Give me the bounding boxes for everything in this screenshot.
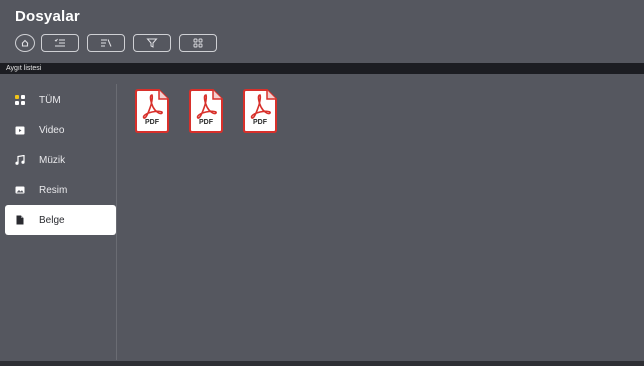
sidebar-item-label: Belge xyxy=(39,214,65,226)
sidebar-item-music[interactable]: Müzik xyxy=(5,145,116,175)
sidebar-item-label: TÜM xyxy=(39,94,61,106)
pdf-file-icon xyxy=(189,89,223,133)
device-list-bar[interactable]: Aygıt listesi xyxy=(0,63,644,74)
document-icon xyxy=(15,215,25,225)
sort-icon xyxy=(101,39,112,47)
file-type-label: PDF xyxy=(253,119,267,126)
grid-view-icon xyxy=(193,38,203,48)
sidebar-item-label: Müzik xyxy=(39,154,66,166)
filter-icon xyxy=(146,38,158,48)
page-title: Dosyalar xyxy=(15,8,80,25)
file-item[interactable]: PDF xyxy=(189,89,223,133)
view-mode-button[interactable] xyxy=(179,34,217,52)
file-item[interactable]: PDF xyxy=(243,89,277,133)
pdf-file-icon xyxy=(135,89,169,133)
home-button[interactable] xyxy=(15,34,35,52)
toolbar xyxy=(15,33,225,53)
file-grid: PDF PDF PDF xyxy=(117,74,644,361)
list-select-icon xyxy=(54,38,65,47)
sidebar-item-video[interactable]: Video xyxy=(5,115,116,145)
sidebar-item-image[interactable]: Resim xyxy=(5,175,116,205)
home-icon xyxy=(21,39,29,47)
sidebar-item-label: Video xyxy=(39,124,65,136)
device-list-label: Aygıt listesi xyxy=(6,65,42,72)
video-icon xyxy=(15,125,25,135)
file-type-label: PDF xyxy=(145,119,159,126)
category-sidebar: TÜM Video Müzik Resim Belge xyxy=(5,74,116,361)
file-item[interactable]: PDF xyxy=(135,89,169,133)
music-icon xyxy=(15,155,25,165)
all-grid-icon xyxy=(15,95,25,105)
bottom-edge xyxy=(0,361,644,366)
file-type-label: PDF xyxy=(199,119,213,126)
sidebar-item-document[interactable]: Belge xyxy=(5,205,116,235)
filter-button[interactable] xyxy=(133,34,171,52)
sort-button[interactable] xyxy=(87,34,125,52)
sidebar-item-all[interactable]: TÜM xyxy=(5,85,116,115)
image-icon xyxy=(15,185,25,195)
multi-select-button[interactable] xyxy=(41,34,79,52)
app-header: Dosyalar xyxy=(0,0,644,63)
pdf-file-icon xyxy=(243,89,277,133)
sidebar-item-label: Resim xyxy=(39,184,68,196)
